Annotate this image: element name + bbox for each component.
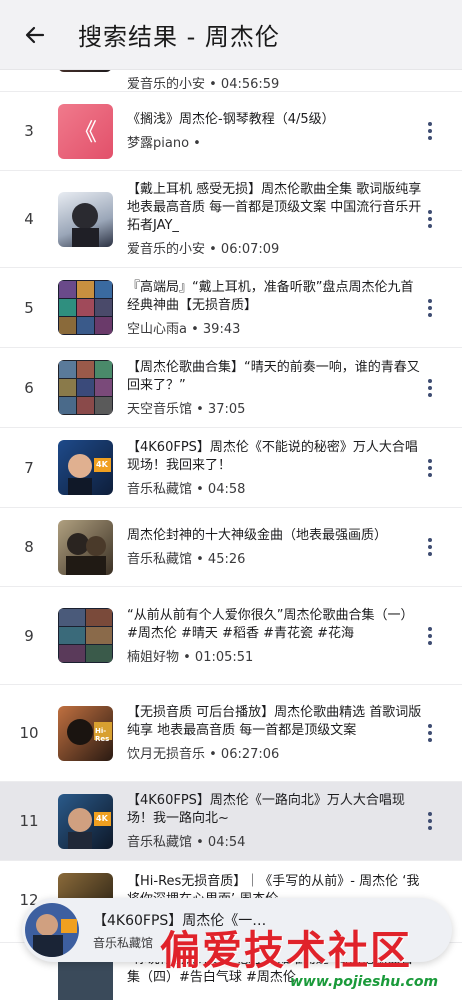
video-thumbnail (58, 519, 113, 575)
item-index: 8 (24, 538, 34, 556)
item-meta: 音乐私藏馆 • 04:58 (127, 481, 246, 497)
list-item[interactable]: 9 “从前从前有个人爱你很久”周杰伦歌曲合集（一）#周杰伦 #晴天 #稻香 #青… (0, 587, 462, 685)
item-meta: 楠姐好物 • 01:05:51 (127, 649, 254, 665)
4k-badge: 4K (96, 813, 108, 823)
app-header: 搜索结果 - 周杰伦 (0, 0, 462, 70)
item-index: 6 (24, 378, 34, 397)
item-title: “从前从前有个人爱你很久”周杰伦歌曲合集（一）#周杰伦 #晴天 #稻香 #青花瓷… (127, 607, 414, 641)
more-options-icon[interactable] (420, 207, 440, 231)
watermark-text: 偏爱技术社区 (160, 927, 412, 974)
more-options-icon[interactable] (420, 624, 440, 648)
more-options-icon[interactable] (420, 535, 440, 559)
4k-badge: 4K (96, 460, 108, 469)
item-meta: 音乐私藏馆 • 04:54 (127, 835, 246, 850)
list-item[interactable]: 10 Hi-Res 【无损音质 可后台播放】周杰伦歌曲精选 首歌词版纯享 地表最… (0, 685, 462, 782)
back-arrow-icon[interactable] (0, 0, 70, 70)
item-index: 7 (24, 458, 34, 477)
more-options-icon[interactable] (420, 809, 440, 833)
more-options-icon[interactable] (420, 376, 440, 400)
now-playing-artwork (25, 903, 79, 957)
hires-badge: Hi-Res (95, 726, 110, 743)
list-item[interactable]: 3 《 《搁浅》周杰伦-钢琴教程（4/5级） 梦露piano • (0, 92, 462, 171)
video-thumbnail: 《 (58, 103, 113, 159)
video-thumbnail (58, 360, 113, 415)
item-meta: 饮月无损音乐 • 06:27:06 (127, 747, 280, 762)
video-thumbnail (58, 608, 113, 663)
item-meta: 爱音乐的小安 • 04:56:59 (127, 77, 280, 92)
list-item[interactable]: 7 4K 【4K60FPS】周杰伦《不能说的秘密》万人大合唱现场！我回来了！ 音… (0, 428, 462, 508)
list-item[interactable]: 5 『高端局』“戴上耳机，准备听歌”盘点周杰伦九首经典神曲【无损音质】 空山心雨… (0, 268, 462, 348)
item-meta: 天空音乐馆 • 37:05 (127, 401, 246, 417)
video-thumbnail: 4K (58, 793, 113, 849)
item-meta: 空山心雨a • 39:43 (127, 321, 241, 337)
list-item[interactable]: 8 周杰伦封神的十大神级金曲（地表最强画质） 音乐私藏馆 • 45:26 (0, 508, 462, 587)
page-title: 搜索结果 - 周杰伦 (78, 23, 280, 51)
video-thumbnail: Hi-Res (58, 705, 113, 761)
item-title: 【4K60FPS】周杰伦《不能说的秘密》万人大合唱现场！我回来了！ (127, 439, 418, 473)
item-title: 【无损音质 可后台播放】周杰伦歌曲精选 首歌词版纯享 地表最高音质 每一首都是顶… (127, 705, 422, 738)
item-title: 《搁浅》周杰伦-钢琴教程（4/5级） (127, 112, 335, 127)
item-index: 9 (24, 626, 34, 645)
watermark-url: www.pojieshu.com (290, 974, 439, 990)
list-item-active[interactable]: 11 4K 【4K60FPS】周杰伦《一路向北》万人大合唱现场！我一路向北~ 音… (0, 782, 462, 861)
item-title: 【戴上耳机 感受无损】周杰伦歌曲全集 歌词版纯享 地表最高音质 每一首都是顶级文… (127, 182, 422, 233)
item-title: 【4K60FPS】周杰伦《一路向北》万人大合唱现场！我一路向北~ (127, 793, 405, 826)
more-options-icon[interactable] (420, 296, 440, 320)
item-index: 4 (24, 210, 34, 228)
list-item[interactable]: 爱音乐的小安 • 04:56:59 (0, 40, 462, 92)
item-index: 11 (19, 812, 39, 830)
video-thumbnail (58, 280, 113, 335)
video-thumbnail (58, 191, 113, 247)
video-thumbnail: 4K (58, 440, 113, 495)
item-meta: 爱音乐的小安 • 06:07:09 (127, 242, 280, 257)
list-item[interactable]: 4 【戴上耳机 感受无损】周杰伦歌曲全集 歌词版纯享 地表最高音质 每一首都是顶… (0, 171, 462, 268)
more-options-icon[interactable] (420, 456, 440, 480)
item-index: 10 (19, 724, 39, 742)
item-title: 【周杰伦歌曲合集】“晴天的前奏一响，谁的青春又回来了？” (127, 359, 420, 393)
item-index: 3 (24, 122, 34, 140)
item-title: 周杰伦封神的十大神级金曲（地表最强画质） (127, 528, 388, 543)
svg-text:《: 《 (73, 118, 97, 146)
item-meta: 音乐私藏馆 • 45:26 (127, 552, 246, 567)
more-options-icon[interactable] (420, 119, 440, 143)
search-results-list: 爱音乐的小安 • 04:56:59 3 《 《搁浅》周杰伦-钢琴教程（4/5级）… (0, 40, 462, 1000)
more-options-icon[interactable] (420, 721, 440, 745)
item-index: 5 (24, 298, 34, 317)
list-item[interactable]: 6 【周杰伦歌曲合集】“晴天的前奏一响，谁的青春又回来了？” 天空音乐馆 • 3… (0, 348, 462, 428)
item-meta: 梦露piano • (127, 136, 201, 151)
item-title: 『高端局』“戴上耳机，准备听歌”盘点周杰伦九首经典神曲【无损音质】 (127, 279, 414, 313)
